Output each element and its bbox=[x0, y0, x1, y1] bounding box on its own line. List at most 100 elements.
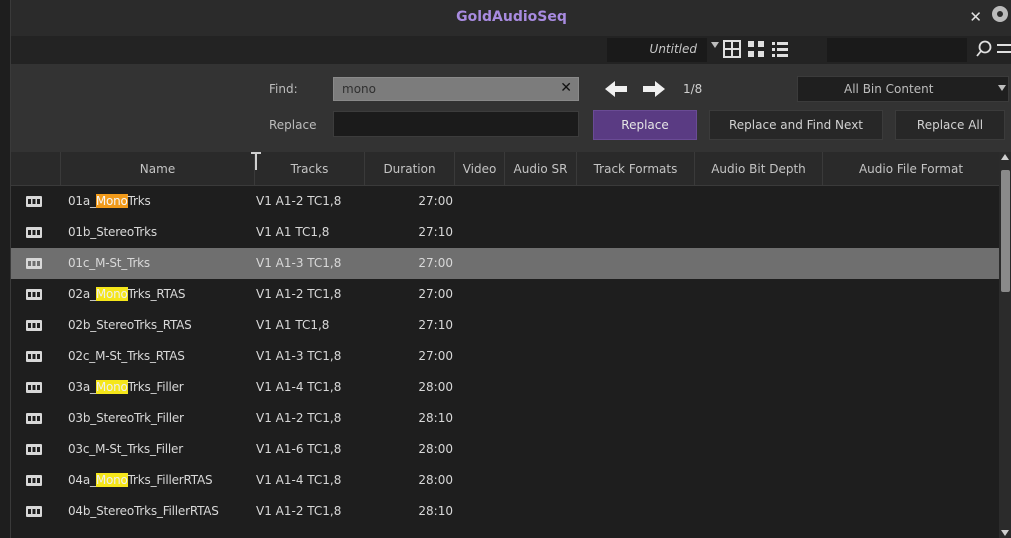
sequence-icon bbox=[26, 289, 42, 300]
row-tracks: V1 A1-6 TC1,8 bbox=[256, 442, 342, 456]
menu-icon[interactable] bbox=[997, 42, 1011, 56]
gear-icon[interactable] bbox=[992, 6, 1008, 22]
sequence-icon bbox=[26, 382, 42, 393]
table-row[interactable]: 03c_M-St_Trks_Filler V1 A1-6 TC1,8 28:00 bbox=[11, 434, 999, 465]
find-replace-panel: Find: ✕ Replace 1/8 All Bin Content Repl… bbox=[11, 64, 1011, 152]
sequence-icon bbox=[26, 475, 42, 486]
sequence-icon bbox=[26, 320, 42, 331]
row-name: 01a_MonoTrks bbox=[68, 194, 151, 208]
name-prefix: 01a_ bbox=[68, 194, 96, 208]
bin-table: Name Tracks Duration Video Audio SR Trac… bbox=[11, 152, 1011, 538]
scroll-up-arrow-icon[interactable] bbox=[1001, 154, 1009, 160]
table-row[interactable]: 04a_MonoTrks_FillerRTAS V1 A1-4 TC1,8 28:0… bbox=[11, 465, 999, 496]
table-row[interactable]: 03a_MonoTrks_Filler V1 A1-4 TC1,8 28:00 bbox=[11, 372, 999, 403]
column-header-video[interactable]: Video bbox=[455, 152, 505, 186]
row-name: 03b_StereoTrk_Filler bbox=[68, 411, 184, 425]
row-duration: 27:10 bbox=[418, 225, 453, 239]
replace-and-find-next-button[interactable]: Replace and Find Next bbox=[709, 110, 883, 140]
frame-view-icon[interactable] bbox=[723, 40, 741, 58]
sequence-icon bbox=[26, 258, 42, 269]
scrollbar-thumb[interactable] bbox=[1001, 170, 1010, 292]
row-tracks: V1 A1-4 TC1,8 bbox=[256, 473, 342, 487]
row-tracks: V1 A1-2 TC1,8 bbox=[256, 287, 342, 301]
sequence-icon bbox=[26, 413, 42, 424]
row-duration: 27:00 bbox=[418, 349, 453, 363]
bin-search-input[interactable] bbox=[827, 38, 967, 62]
name-prefix: 03b_StereoTrk_Filler bbox=[68, 411, 184, 425]
column-header-track-formats[interactable]: Track Formats bbox=[577, 152, 695, 186]
table-row[interactable]: 02a_MonoTrks_RTAS V1 A1-2 TC1,8 27:00 bbox=[11, 279, 999, 310]
name-suffix: Trks_Filler bbox=[127, 380, 184, 394]
row-duration: 27:00 bbox=[418, 287, 453, 301]
row-duration: 27:00 bbox=[418, 194, 453, 208]
vertical-scrollbar[interactable] bbox=[999, 152, 1011, 538]
row-duration: 28:10 bbox=[418, 504, 453, 518]
column-header-audio-sr[interactable]: Audio SR bbox=[505, 152, 577, 186]
sequence-icon bbox=[26, 351, 42, 362]
replace-button[interactable]: Replace bbox=[593, 110, 697, 140]
row-name: 02c_M-St_Trks_RTAS bbox=[68, 349, 185, 363]
find-input[interactable] bbox=[334, 78, 544, 100]
replace-all-button[interactable]: Replace All bbox=[895, 110, 1005, 140]
name-prefix: 02a_ bbox=[68, 287, 96, 301]
row-name: 04a_MonoTrks_FillerRTAS bbox=[68, 473, 213, 487]
row-duration: 27:10 bbox=[418, 318, 453, 332]
bin-view-name[interactable]: Untitled bbox=[607, 38, 707, 62]
search-match-highlight: Mono bbox=[95, 473, 128, 487]
row-duration: 28:00 bbox=[418, 442, 453, 456]
sequence-icon bbox=[26, 444, 42, 455]
search-icon[interactable] bbox=[975, 40, 993, 58]
bin-window: GoldAudioSeq ✕ Untitled Find: mono ✕ Rep… bbox=[10, 0, 1011, 538]
table-row[interactable]: 02c_M-St_Trks_RTAS V1 A1-3 TC1,8 27:00 bbox=[11, 341, 999, 372]
find-field-container: ✕ bbox=[333, 77, 579, 101]
row-name: 03a_MonoTrks_Filler bbox=[68, 380, 184, 394]
column-header-tracks[interactable]: Tracks bbox=[255, 152, 365, 186]
row-tracks: V1 A1-2 TC1,8 bbox=[256, 504, 342, 518]
column-header-icon[interactable] bbox=[11, 152, 61, 186]
table-header: Name Tracks Duration Video Audio SR Trac… bbox=[11, 152, 999, 186]
name-prefix: 02c_M-St_Trks_RTAS bbox=[68, 349, 185, 363]
find-previous-arrow-icon[interactable] bbox=[603, 79, 629, 99]
replace-field-container bbox=[333, 111, 579, 137]
column-header-duration[interactable]: Duration bbox=[365, 152, 455, 186]
column-header-audio-bit-depth[interactable]: Audio Bit Depth bbox=[695, 152, 823, 186]
name-prefix: 01b_StereoTrks bbox=[68, 225, 157, 239]
row-name: 02b_StereoTrks_RTAS bbox=[68, 318, 192, 332]
row-name: 03c_M-St_Trks_Filler bbox=[68, 442, 183, 456]
row-tracks: V1 A1-3 TC1,8 bbox=[256, 256, 342, 270]
table-row[interactable]: 01c_M-St_Trks V1 A1-3 TC1,8 27:00 bbox=[11, 248, 999, 279]
row-tracks: V1 A1-2 TC1,8 bbox=[256, 194, 342, 208]
grid-view-icon[interactable] bbox=[747, 40, 765, 58]
table-row[interactable]: 01a_MonoTrks V1 A1-2 TC1,8 27:00 bbox=[11, 186, 999, 217]
search-scope-value: All Bin Content bbox=[844, 82, 934, 96]
row-duration: 28:00 bbox=[418, 473, 453, 487]
column-header-name[interactable]: Name bbox=[61, 152, 255, 186]
match-counter: 1/8 bbox=[683, 82, 703, 96]
table-row[interactable]: 02b_StereoTrks_RTAS V1 A1 TC1,8 27:10 bbox=[11, 310, 999, 341]
name-prefix: 03a_ bbox=[68, 380, 96, 394]
replace-input[interactable] bbox=[334, 112, 578, 136]
search-scope-select[interactable]: All Bin Content bbox=[797, 76, 1009, 102]
row-name: 01c_M-St_Trks bbox=[68, 256, 150, 270]
scroll-down-arrow-icon[interactable] bbox=[1001, 530, 1009, 536]
sequence-icon bbox=[26, 227, 42, 238]
window-title: GoldAudioSeq bbox=[456, 9, 567, 25]
find-next-arrow-icon[interactable] bbox=[641, 79, 667, 99]
name-suffix: Trks_RTAS bbox=[127, 287, 186, 301]
row-duration: 28:10 bbox=[418, 411, 453, 425]
table-body: 01a_MonoTrks V1 A1-2 TC1,8 27:00 01b_Stereo… bbox=[11, 186, 999, 527]
name-prefix: 02b_StereoTrks_RTAS bbox=[68, 318, 192, 332]
table-row[interactable]: 03b_StereoTrk_Filler V1 A1-2 TC1,8 28:10 bbox=[11, 403, 999, 434]
column-header-audio-file-format[interactable]: Audio File Format bbox=[823, 152, 999, 186]
name-suffix: Trks bbox=[127, 194, 151, 208]
chevron-down-icon[interactable] bbox=[711, 42, 719, 48]
search-match-highlight: Mono bbox=[95, 287, 128, 301]
row-name: 01b_StereoTrks bbox=[68, 225, 157, 239]
list-view-icon[interactable] bbox=[771, 40, 789, 58]
table-row[interactable]: 01b_StereoTrks V1 A1 TC1,8 27:10 bbox=[11, 217, 999, 248]
row-tracks: V1 A1-4 TC1,8 bbox=[256, 380, 342, 394]
name-prefix: 04b_StereoTrks_FillerRTAS bbox=[68, 504, 219, 518]
table-row[interactable]: 04b_StereoTrks_FillerRTAS V1 A1-2 TC1,8 28… bbox=[11, 496, 999, 527]
clear-icon[interactable]: ✕ bbox=[560, 80, 572, 96]
close-icon[interactable]: ✕ bbox=[969, 8, 982, 26]
